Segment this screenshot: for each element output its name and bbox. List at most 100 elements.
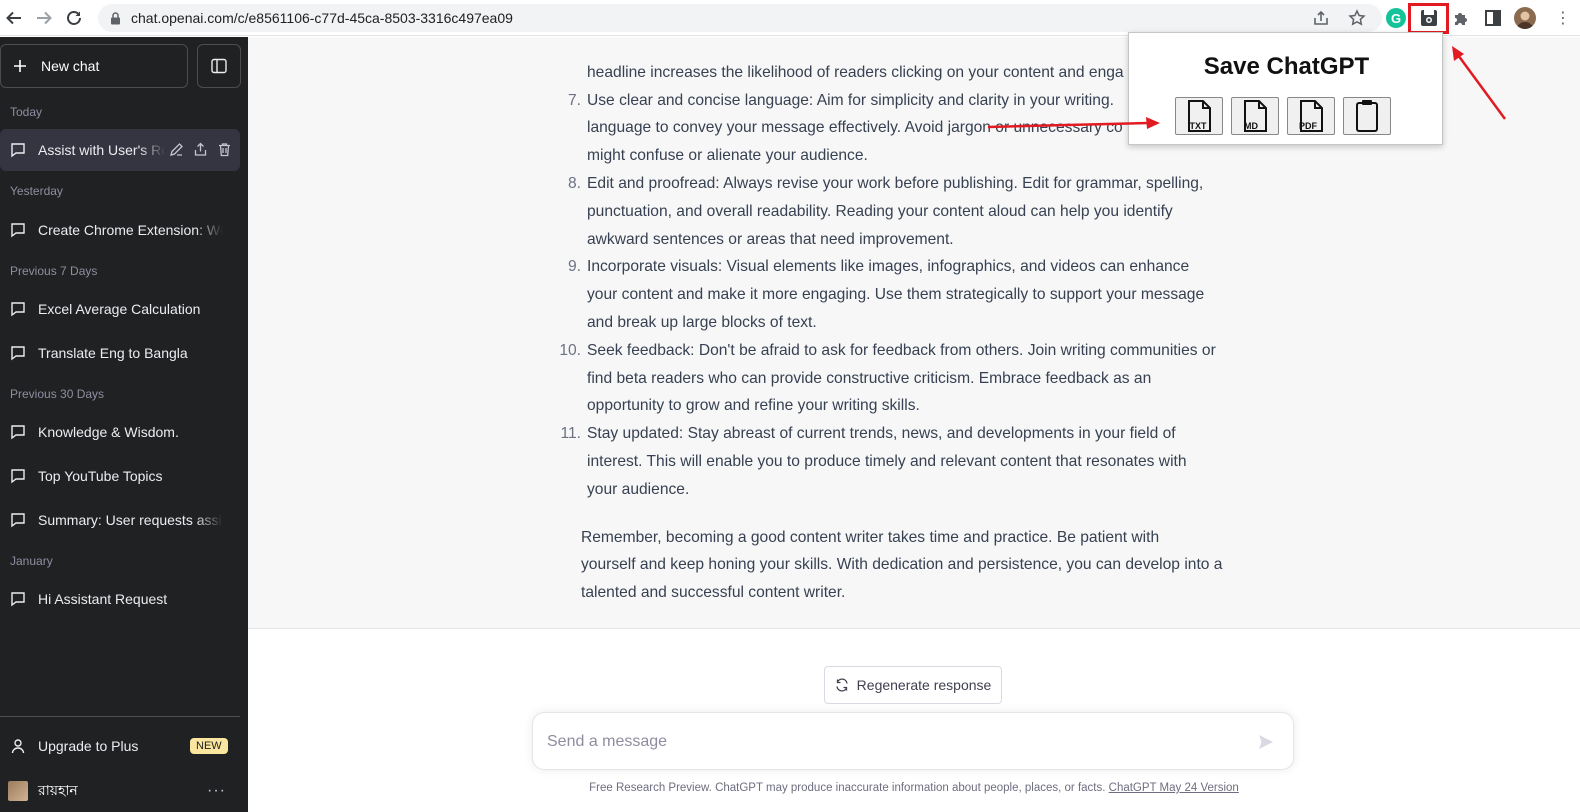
chat-item[interactable]: Knowledge & Wisdom. xyxy=(0,411,240,453)
plus-icon xyxy=(14,60,26,72)
upgrade-label: Upgrade to Plus xyxy=(38,738,139,754)
chat-item[interactable]: Excel Average Calculation xyxy=(0,288,240,330)
forward-arrow-icon[interactable] xyxy=(32,6,56,30)
pencil-icon[interactable] xyxy=(169,142,184,157)
section-label-previous-7-days: Previous 7 Days xyxy=(10,264,98,278)
list-item-line: Edit and proofread: Always revise your w… xyxy=(587,174,1204,192)
chat-item-label: Summary: User requests assist xyxy=(38,512,223,528)
copy-clipboard-button[interactable] xyxy=(1343,97,1391,135)
chat-item[interactable]: Create Chrome Extension: We xyxy=(0,209,240,251)
closing-paragraph: Remember, becoming a good content writer… xyxy=(561,524,1233,607)
list-item-line: might confuse or alienate your audience. xyxy=(587,147,868,165)
trash-icon[interactable] xyxy=(217,142,232,157)
clipboard-icon xyxy=(1356,100,1378,132)
avatar xyxy=(8,781,28,801)
list-item: 11. Stay updated: Stay abreast of current… xyxy=(560,420,1233,503)
chat-bubble-icon xyxy=(11,143,25,158)
list-items: 7. Use clear and concise language: Aim fo… xyxy=(559,87,1233,504)
list-item-line: Stay updated: Stay abreast of current tr… xyxy=(587,425,1176,443)
list-number: 11. xyxy=(560,425,581,443)
chat-bubble-icon xyxy=(11,223,25,238)
chat-bubble-icon xyxy=(11,592,25,607)
chat-item-active[interactable]: Assist with User's Re xyxy=(0,129,240,171)
save-chatgpt-popup: Save ChatGPT TXT MD PDF xyxy=(1128,32,1443,145)
share-icon[interactable] xyxy=(1312,9,1330,27)
list-item-line: interest. This will enable you to produc… xyxy=(587,452,1187,470)
list-item-line: your content and make it more engaging. … xyxy=(587,286,1205,304)
user-name: রায়হান xyxy=(38,782,78,798)
reload-icon[interactable] xyxy=(62,6,86,30)
version-link[interactable]: ChatGPT May 24 Version xyxy=(1109,782,1239,794)
chat-item[interactable]: Summary: User requests assist xyxy=(0,499,240,541)
list-item-line: Incorporate visuals: Visual elements lik… xyxy=(587,258,1190,276)
new-chat-button[interactable]: New chat xyxy=(0,44,188,88)
menu-icon[interactable]: ⋮ xyxy=(1552,7,1574,29)
regenerate-label: Regenerate response xyxy=(856,677,992,693)
section-label-previous-30-days: Previous 30 Days xyxy=(10,387,105,401)
closing-line: talented and successful content writer. xyxy=(581,584,846,602)
file-pdf-icon: PDF xyxy=(1299,100,1323,132)
list-item: 8. Edit and proofread: Always revise your… xyxy=(561,170,1233,253)
list-item: 9. Incorporate visuals: Visual elements l… xyxy=(561,253,1233,336)
save-pdf-button[interactable]: PDF xyxy=(1287,97,1335,135)
list-item-line: opportunity to grow and refine your writ… xyxy=(587,397,920,415)
file-md-icon: MD xyxy=(1244,100,1267,132)
chat-item-label: Top YouTube Topics xyxy=(38,468,163,484)
closing-line: Remember, becoming a good content writer… xyxy=(581,528,1160,546)
chat-item[interactable]: Hi Assistant Request xyxy=(0,578,240,620)
chat-bubble-icon xyxy=(11,513,25,528)
send-button[interactable] xyxy=(1255,731,1277,753)
export-icon[interactable] xyxy=(193,142,208,157)
chat-bubble-icon xyxy=(11,302,25,317)
sidebar: New chat Today Assist with User's Re Yes… xyxy=(0,37,248,812)
list-number: 7. xyxy=(567,91,581,109)
side-panel-icon[interactable] xyxy=(1482,7,1504,29)
disclaimer: Free Research Preview. ChatGPT may produ… xyxy=(248,782,1580,794)
chat-item-label: Create Chrome Extension: We xyxy=(38,222,223,238)
chat-item-label: Translate Eng to Bangla xyxy=(38,345,188,361)
file-type-label: PDF xyxy=(1299,121,1318,131)
chat-bubble-icon xyxy=(11,346,25,361)
chat-item-label: Excel Average Calculation xyxy=(38,301,201,317)
grammarly-icon[interactable]: G xyxy=(1386,8,1406,28)
chat-item[interactable]: Top YouTube Topics xyxy=(0,455,240,497)
chat-item-actions xyxy=(169,142,232,157)
list-number: 8. xyxy=(567,174,581,192)
regenerate-button[interactable]: Regenerate response xyxy=(824,666,1002,704)
puzzle-icon[interactable] xyxy=(1450,7,1472,29)
popup-title: Save ChatGPT xyxy=(1203,53,1370,80)
save-txt-button[interactable]: TXT xyxy=(1175,97,1223,135)
sidebar-divider xyxy=(0,716,240,717)
chat-item[interactable]: Translate Eng to Bangla xyxy=(0,332,240,374)
section-label-today: Today xyxy=(10,105,43,119)
browser-toolbar: chat.openai.com/c/e8561106-c77d-45ca-850… xyxy=(0,0,1580,36)
user-menu[interactable]: রায়হান ··· xyxy=(8,778,238,804)
file-type-label: MD xyxy=(1244,121,1258,131)
profile-icon[interactable] xyxy=(1514,7,1536,29)
composer-area: Regenerate response Free Research Previe… xyxy=(248,628,1580,812)
address-bar[interactable]: chat.openai.com/c/e8561106-c77d-45ca-850… xyxy=(98,4,1382,32)
list-number: 9. xyxy=(567,258,581,276)
list-item-line: Seek feedback: Don't be afraid to ask fo… xyxy=(587,341,1216,359)
list-item-line: awkward sentences or areas that need imp… xyxy=(587,230,954,248)
list-item: 10. Seek feedback: Don't be afraid to ask… xyxy=(559,337,1233,420)
section-label-yesterday: Yesterday xyxy=(10,184,63,198)
file-txt-icon: TXT xyxy=(1188,100,1211,132)
lock-icon xyxy=(111,12,120,25)
highlight-box xyxy=(1408,3,1449,34)
chat-bubble-icon xyxy=(11,469,25,484)
more-icon[interactable]: ··· xyxy=(207,782,226,800)
list-item-line: find beta readers who can provide constr… xyxy=(587,369,1152,387)
sidebar-toggle-button[interactable] xyxy=(197,44,241,88)
list-number: 10. xyxy=(559,341,581,359)
list-item-line: punctuation, and overall readability. Re… xyxy=(587,202,1173,220)
sidebar-toggle-icon xyxy=(211,58,227,74)
section-label-january: January xyxy=(10,554,53,568)
message-input[interactable] xyxy=(547,730,1227,754)
star-icon[interactable] xyxy=(1348,9,1366,27)
user-icon xyxy=(11,739,25,754)
back-arrow-icon[interactable] xyxy=(2,6,26,30)
regenerate-icon xyxy=(836,678,848,692)
new-chat-label: New chat xyxy=(41,58,100,74)
save-md-button[interactable]: MD xyxy=(1231,97,1279,135)
